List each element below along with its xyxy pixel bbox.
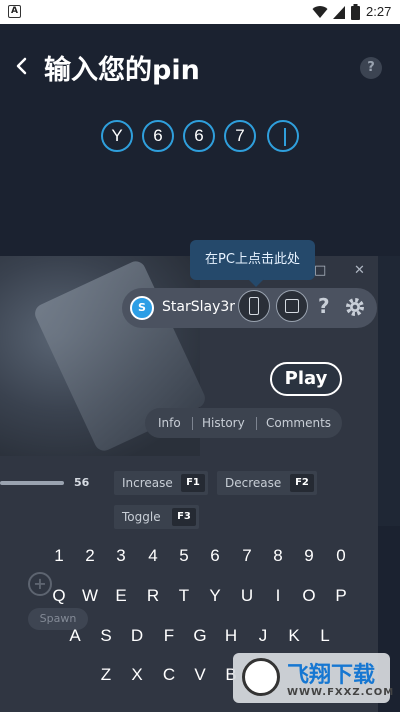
key-t[interactable]: T	[169, 580, 199, 612]
key-0[interactable]: 0	[326, 540, 356, 572]
key-z[interactable]: Z	[91, 659, 121, 691]
phone-device-button[interactable]	[238, 290, 270, 322]
key-8[interactable]: 8	[263, 540, 293, 572]
key-9[interactable]: 9	[294, 540, 324, 572]
watermark-logo-icon	[242, 658, 280, 696]
key-y[interactable]: Y	[200, 580, 230, 612]
maximize-icon[interactable]: □	[314, 263, 326, 278]
key-l[interactable]: L	[310, 620, 340, 652]
binding-label: Toggle	[122, 510, 161, 524]
key-2[interactable]: 2	[75, 540, 105, 572]
binding-key: F3	[172, 508, 196, 526]
help-button[interactable]: ?	[360, 57, 382, 79]
increase-binding[interactable]: Increase F1	[114, 471, 208, 495]
back-arrow-icon[interactable]	[14, 54, 30, 78]
wifi-icon	[312, 6, 328, 18]
key-3[interactable]: 3	[106, 540, 136, 572]
key-w[interactable]: W	[75, 580, 105, 612]
key-4[interactable]: 4	[138, 540, 168, 572]
key-e[interactable]: E	[106, 580, 136, 612]
tab-comments[interactable]: Comments	[266, 416, 331, 430]
key-7[interactable]: 7	[232, 540, 262, 572]
decrease-binding[interactable]: Decrease F2	[217, 471, 317, 495]
watermark-url: WWW.FXXZ.COM	[287, 687, 395, 698]
binding-key: F2	[290, 474, 314, 492]
watermark-brand: 飞翔下载	[287, 663, 376, 688]
battery-icon	[351, 4, 360, 20]
text-cursor	[284, 128, 286, 146]
key-j[interactable]: J	[248, 620, 278, 652]
key-6[interactable]: 6	[200, 540, 230, 572]
key-x[interactable]: X	[122, 659, 152, 691]
play-button[interactable]: Play	[270, 362, 342, 396]
key-u[interactable]: U	[232, 580, 262, 612]
pin-digit-1[interactable]: Y	[101, 120, 133, 152]
key-p[interactable]: P	[326, 580, 356, 612]
tooltip-arrow	[248, 279, 264, 287]
pin-digit-4[interactable]: 7	[224, 120, 256, 152]
tab-divider	[256, 417, 257, 430]
slider-value: 56	[74, 476, 90, 489]
right-edge-strip	[378, 256, 400, 526]
key-q[interactable]: Q	[44, 580, 74, 612]
key-i[interactable]: I	[263, 580, 293, 612]
key-s[interactable]: S	[91, 620, 121, 652]
tab-divider	[192, 417, 193, 430]
key-r[interactable]: R	[138, 580, 168, 612]
slider-track[interactable]	[0, 481, 64, 485]
gear-icon[interactable]	[344, 296, 366, 318]
key-d[interactable]: D	[122, 620, 152, 652]
pc-device-button[interactable]	[276, 290, 308, 322]
key-1[interactable]: 1	[44, 540, 74, 572]
key-g[interactable]: G	[185, 620, 215, 652]
tab-info[interactable]: Info	[158, 416, 181, 430]
question-icon[interactable]: ?	[318, 294, 330, 318]
avatar: S	[130, 296, 154, 320]
pin-digit-3[interactable]: 6	[183, 120, 215, 152]
key-c[interactable]: C	[154, 659, 184, 691]
app-notification-icon: A	[8, 5, 21, 18]
username: StarSlay3r	[162, 299, 236, 315]
status-time: 2:27	[366, 4, 392, 19]
window-icon	[285, 299, 299, 313]
binding-label: Increase	[122, 476, 173, 490]
key-o[interactable]: O	[294, 580, 324, 612]
phone-icon	[249, 297, 259, 315]
key-k[interactable]: K	[279, 620, 309, 652]
key-5[interactable]: 5	[169, 540, 199, 572]
key-a[interactable]: A	[60, 620, 90, 652]
pin-digit-2[interactable]: 6	[142, 120, 174, 152]
tooltip-click-on-pc: 在PC上点击此处	[190, 240, 315, 280]
key-v[interactable]: V	[185, 659, 215, 691]
close-icon[interactable]: ✕	[354, 263, 365, 278]
toggle-binding[interactable]: Toggle F3	[114, 505, 199, 529]
pin-digit-5-active[interactable]	[267, 120, 299, 152]
binding-key: F1	[181, 474, 205, 492]
key-h[interactable]: H	[216, 620, 246, 652]
key-f[interactable]: F	[154, 620, 184, 652]
signal-icon	[333, 6, 345, 19]
status-bar: A 2:27	[0, 0, 400, 24]
binding-label: Decrease	[225, 476, 282, 490]
tab-history[interactable]: History	[202, 416, 245, 430]
page-title: 输入您的pin	[44, 55, 200, 86]
